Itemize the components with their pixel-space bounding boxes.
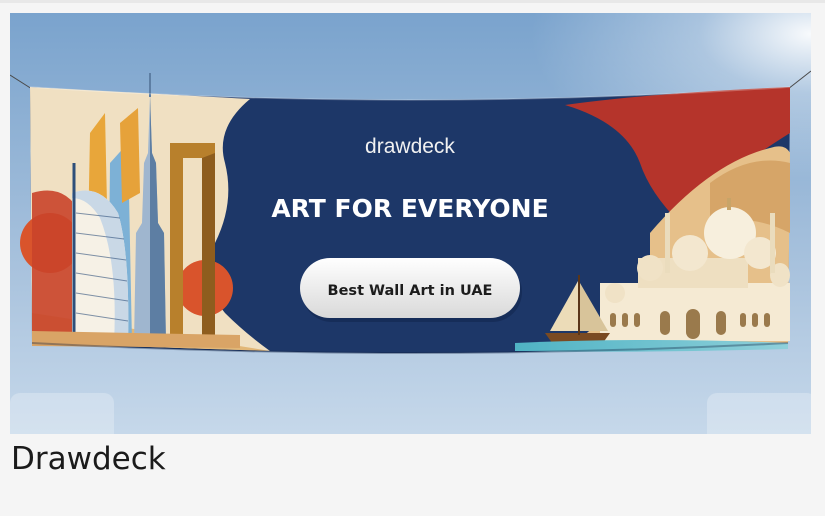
right-corner-tab [707, 393, 811, 434]
caption-footer-space [0, 480, 825, 516]
cta-label: Best Wall Art in UAE [328, 283, 493, 299]
brand-text: drawdeck [365, 135, 455, 158]
product-title[interactable]: Drawdeck [11, 438, 166, 480]
top-border [0, 0, 825, 3]
left-corner-tab [10, 393, 114, 434]
product-image-card[interactable]: drawdeck ART FOR EVERYONE Best Wall Art … [10, 13, 811, 434]
cta-pill: Best Wall Art in UAE [300, 258, 522, 322]
banner-image: drawdeck ART FOR EVERYONE Best Wall Art … [10, 13, 811, 434]
headline-text: ART FOR EVERYONE [271, 194, 548, 223]
